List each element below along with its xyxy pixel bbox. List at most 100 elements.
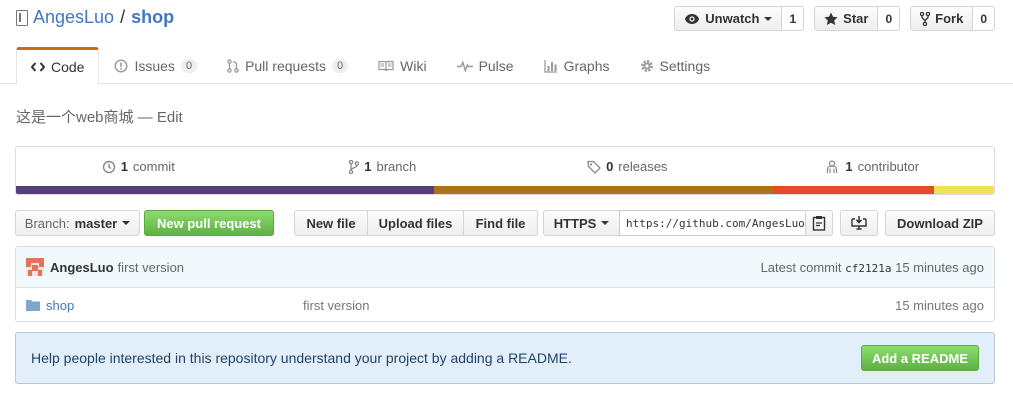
- chevron-down-icon: [122, 221, 131, 225]
- tab-settings-label: Settings: [659, 58, 711, 74]
- repo-icon: [16, 9, 28, 26]
- clipboard-icon: [812, 216, 826, 231]
- contributors-link[interactable]: 1 contributor: [750, 147, 995, 186]
- fork-group: Fork 0: [910, 6, 995, 31]
- branch-prefix: Branch:: [24, 215, 70, 231]
- star-icon: [824, 12, 838, 25]
- repo-owner-link[interactable]: AngesLuo: [33, 7, 114, 28]
- latest-commit-info: Latest commit cf2121a 15 minutes ago: [761, 260, 984, 275]
- tab-graphs[interactable]: Graphs: [529, 47, 625, 84]
- upload-files-button[interactable]: Upload files: [367, 210, 464, 236]
- description-text: 这是一个web商城 —: [16, 109, 157, 126]
- summary-stats: 1 commit 1 branch 0 releases 1 contribut…: [16, 147, 994, 186]
- git-branch-icon: [349, 159, 360, 174]
- commits-label: commit: [132, 159, 175, 174]
- avatar[interactable]: [26, 258, 44, 276]
- star-button[interactable]: Star: [814, 6, 879, 31]
- releases-link[interactable]: 0 releases: [505, 147, 750, 186]
- file-name-link[interactable]: shop: [46, 298, 74, 313]
- readme-prompt: Help people interested in this repositor…: [15, 332, 995, 384]
- tab-code[interactable]: Code: [16, 47, 100, 85]
- list-item: shop first version 15 minutes ago: [16, 288, 994, 321]
- chevron-down-icon: [601, 221, 610, 225]
- tab-graphs-label: Graphs: [563, 58, 610, 74]
- file-commit-message-link[interactable]: first version: [303, 298, 369, 313]
- readme-prompt-text: Help people interested in this repositor…: [31, 350, 572, 366]
- fork-button[interactable]: Fork: [910, 6, 974, 31]
- clone-protocol-button[interactable]: HTTPS: [543, 210, 620, 236]
- commit-message-link[interactable]: first version: [118, 260, 184, 275]
- tag-icon: [587, 160, 601, 174]
- file-list: AngesLuo first version Latest commit cf2…: [15, 246, 995, 322]
- branches-label: branch: [376, 159, 417, 174]
- commit-sha-link[interactable]: cf2121a: [845, 262, 891, 275]
- language-bar-segment[interactable]: [934, 186, 994, 194]
- tab-pull-requests-label: Pull requests: [245, 58, 326, 74]
- repo-separator: /: [120, 7, 126, 27]
- chevron-down-icon: [764, 16, 773, 21]
- language-bar[interactable]: [16, 186, 994, 194]
- pull-request-icon: [227, 59, 239, 73]
- fork-count[interactable]: 0: [973, 6, 995, 31]
- tab-wiki-label: Wiki: [400, 58, 427, 74]
- download-zip-button[interactable]: Download ZIP: [885, 210, 995, 236]
- watch-count[interactable]: 1: [782, 6, 805, 31]
- commits-link[interactable]: 1 commit: [16, 147, 261, 186]
- edit-description-link[interactable]: Edit: [157, 109, 183, 126]
- branches-count: 1: [364, 159, 372, 174]
- language-bar-segment[interactable]: [433, 186, 774, 194]
- clone-protocol-label: HTTPS: [553, 215, 597, 231]
- gear-icon: [640, 60, 653, 72]
- book-icon: [378, 60, 394, 72]
- language-bar-segment[interactable]: [773, 186, 935, 194]
- folder-icon: [26, 300, 40, 311]
- branch-select-button[interactable]: Branch: master: [15, 210, 140, 236]
- open-in-desktop-button[interactable]: [840, 210, 878, 236]
- code-icon: [31, 62, 45, 72]
- star-group: Star 0: [814, 6, 901, 31]
- watch-group: Unwatch 1: [674, 6, 805, 31]
- find-file-button[interactable]: Find file: [463, 210, 538, 236]
- pull-requests-count: 0: [332, 59, 349, 73]
- star-count[interactable]: 0: [878, 6, 901, 31]
- commit-age: 15 minutes ago: [895, 259, 984, 275]
- file-age: 15 minutes ago: [895, 297, 984, 313]
- new-pull-request-button[interactable]: New pull request: [144, 210, 274, 236]
- issues-count: 0: [180, 59, 198, 73]
- branch-name: master: [74, 215, 118, 231]
- commit-author-link[interactable]: AngesLuo: [50, 260, 114, 275]
- repo-description: 这是一个web商城 — Edit: [16, 106, 183, 127]
- unwatch-label: Unwatch: [705, 11, 760, 26]
- tab-code-label: Code: [51, 59, 85, 75]
- branches-link[interactable]: 1 branch: [261, 147, 506, 186]
- desktop-download-icon: [851, 216, 867, 230]
- latest-commit-prefix: Latest commit: [760, 259, 842, 275]
- tab-pulse-label: Pulse: [478, 58, 514, 74]
- graph-icon: [543, 60, 557, 73]
- repo-name-link[interactable]: shop: [131, 7, 174, 28]
- tab-wiki[interactable]: Wiki: [363, 47, 441, 84]
- clone-url-input[interactable]: https://github.com/AngesLuo/shop.git: [619, 210, 806, 236]
- copy-url-button[interactable]: [805, 210, 833, 236]
- language-bar-segment[interactable]: [16, 186, 434, 194]
- tab-settings[interactable]: Settings: [625, 47, 726, 84]
- star-label: Star: [843, 11, 869, 26]
- file-navigation: Branch: master New pull request New file…: [15, 210, 995, 236]
- releases-label: releases: [618, 159, 668, 174]
- history-icon: [102, 160, 115, 173]
- releases-count: 0: [606, 159, 614, 174]
- new-file-button[interactable]: New file: [294, 210, 368, 236]
- add-readme-button[interactable]: Add a README: [860, 345, 979, 371]
- tab-issues-label: Issues: [134, 58, 175, 74]
- tab-issues[interactable]: Issues 0: [99, 47, 212, 84]
- tab-pulse[interactable]: Pulse: [442, 47, 529, 84]
- contributors-label: contributor: [857, 159, 920, 174]
- repo-header: AngesLuo / shop Unwatch 1 Star 0 Fork 0: [0, 0, 1013, 85]
- unwatch-button[interactable]: Unwatch: [674, 6, 783, 31]
- repo-title: AngesLuo / shop: [16, 7, 174, 28]
- fork-icon: [920, 11, 931, 26]
- pulse-icon: [456, 60, 473, 72]
- tab-pull-requests[interactable]: Pull requests 0: [212, 47, 363, 84]
- issue-opened-icon: [114, 59, 128, 73]
- contributors-count: 1: [845, 159, 853, 174]
